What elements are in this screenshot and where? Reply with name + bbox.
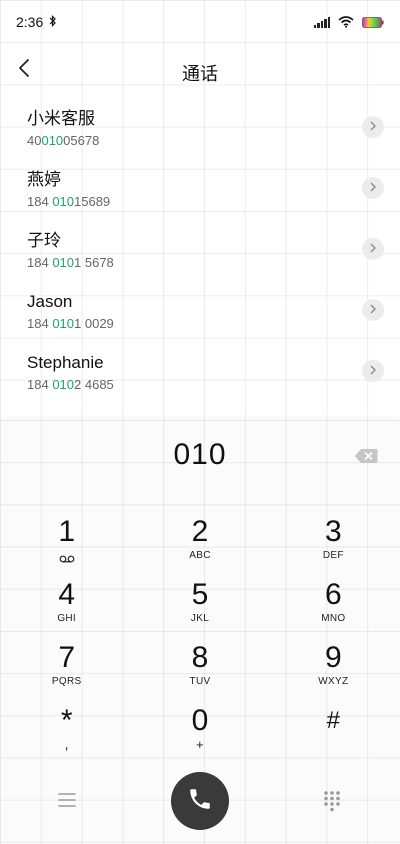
key-letters: + xyxy=(196,737,204,752)
battery-icon xyxy=(362,16,384,28)
bluetooth-icon xyxy=(49,14,57,30)
voicemail-icon xyxy=(59,550,75,568)
list-item[interactable]: 子玲 184 0101 5678 xyxy=(0,219,400,280)
contact-detail-button[interactable] xyxy=(362,360,384,382)
key-0[interactable]: 0 + xyxy=(133,699,266,762)
key-digit: 8 xyxy=(191,641,209,674)
key-letters: JKL xyxy=(190,613,210,624)
key-hash[interactable]: # xyxy=(267,699,400,762)
contact-number: 184 0101 0029 xyxy=(27,316,114,331)
key-digit: 0 xyxy=(191,704,209,737)
key-4[interactable]: 4 GHI xyxy=(0,573,133,636)
key-2[interactable]: 2 ABC xyxy=(133,510,266,573)
key-star[interactable]: * , xyxy=(0,699,133,762)
key-digit: 6 xyxy=(324,578,342,611)
header: 通话 xyxy=(0,44,400,96)
number-match: 010 xyxy=(41,133,64,148)
status-icons xyxy=(313,16,385,28)
contact-detail-button[interactable] xyxy=(362,299,384,321)
key-9[interactable]: 9 WXYZ xyxy=(267,636,400,699)
chevron-right-icon xyxy=(370,362,376,380)
contact-name: Jason xyxy=(27,292,73,311)
contact-name: Stephanie xyxy=(27,353,104,372)
key-digit: 3 xyxy=(324,515,342,548)
signal-icon xyxy=(313,16,330,28)
key-6[interactable]: 6 MNO xyxy=(267,573,400,636)
number-match: 010 xyxy=(52,377,75,392)
status-time: 2:36 xyxy=(16,14,44,30)
key-letters: GHI xyxy=(57,613,76,624)
phone-icon xyxy=(187,786,213,817)
key-5[interactable]: 5 JKL xyxy=(133,573,266,636)
contact-list: 小米客服 4001005678 燕婷 184 01015689 子玲 184 0… xyxy=(0,97,400,402)
key-digit: * xyxy=(60,704,73,737)
dial-pad-panel: 010 1 2 ABC 3 DEF 4 GHI 5 JKL 6 MNO 7 PQ… xyxy=(0,420,400,844)
contact-number: 184 0102 4685 xyxy=(27,377,114,392)
status-bar: 2:36 xyxy=(0,0,400,44)
list-item[interactable]: Jason 184 0101 0029 xyxy=(0,280,400,341)
key-digit: 4 xyxy=(58,578,75,611)
number-match: 010 xyxy=(52,316,75,331)
contact-name: 燕婷 xyxy=(27,170,61,189)
chevron-right-icon xyxy=(370,240,376,258)
contact-detail-button[interactable] xyxy=(362,238,384,260)
key-letters: PQRS xyxy=(51,676,82,687)
menu-button[interactable] xyxy=(56,792,78,810)
key-digit: 5 xyxy=(191,578,209,611)
number-match: 010 xyxy=(52,255,75,270)
chevron-right-icon xyxy=(370,118,376,136)
keypad: 1 2 ABC 3 DEF 4 GHI 5 JKL 6 MNO 7 PQRS 8… xyxy=(0,510,400,762)
key-digit: 2 xyxy=(191,515,209,548)
key-digit: 7 xyxy=(58,641,75,674)
key-letters: , xyxy=(64,736,69,752)
dialed-number: 010 xyxy=(173,438,227,471)
key-letters: DEF xyxy=(322,550,344,561)
menu-icon xyxy=(56,793,78,812)
page-title: 通话 xyxy=(182,64,218,84)
contact-detail-button[interactable] xyxy=(362,177,384,199)
call-button[interactable] xyxy=(171,772,229,830)
key-digit: 1 xyxy=(58,515,75,548)
key-digit: # xyxy=(326,707,340,734)
key-digit: 9 xyxy=(324,641,342,674)
contact-number: 4001005678 xyxy=(27,133,100,148)
key-letters: WXYZ xyxy=(318,676,349,687)
contact-name: 小米客服 xyxy=(27,109,95,128)
key-letters: MNO xyxy=(321,613,346,624)
contact-name: 子玲 xyxy=(27,231,61,250)
wifi-icon xyxy=(338,16,354,28)
contact-number: 184 0101 5678 xyxy=(27,255,114,270)
key-letters: ABC xyxy=(189,550,211,561)
backspace-button[interactable] xyxy=(354,448,378,464)
backspace-icon xyxy=(354,449,378,468)
key-8[interactable]: 8 TUV xyxy=(133,636,266,699)
chevron-right-icon xyxy=(370,179,376,197)
key-letters: TUV xyxy=(189,676,211,687)
key-7[interactable]: 7 PQRS xyxy=(0,636,133,699)
list-item[interactable]: 燕婷 184 01015689 xyxy=(0,158,400,219)
contact-number: 184 01015689 xyxy=(27,194,111,209)
dialpad-icon xyxy=(322,791,342,816)
keypad-toggle-button[interactable] xyxy=(322,790,342,812)
list-item[interactable]: Stephanie 184 0102 4685 xyxy=(0,341,400,402)
number-match: 010 xyxy=(52,194,75,209)
chevron-right-icon xyxy=(370,301,376,319)
contact-detail-button[interactable] xyxy=(362,116,384,138)
list-item[interactable]: 小米客服 4001005678 xyxy=(0,97,400,158)
key-3[interactable]: 3 DEF xyxy=(267,510,400,573)
dialer-bottom-bar xyxy=(0,770,400,830)
key-1[interactable]: 1 xyxy=(0,510,133,573)
